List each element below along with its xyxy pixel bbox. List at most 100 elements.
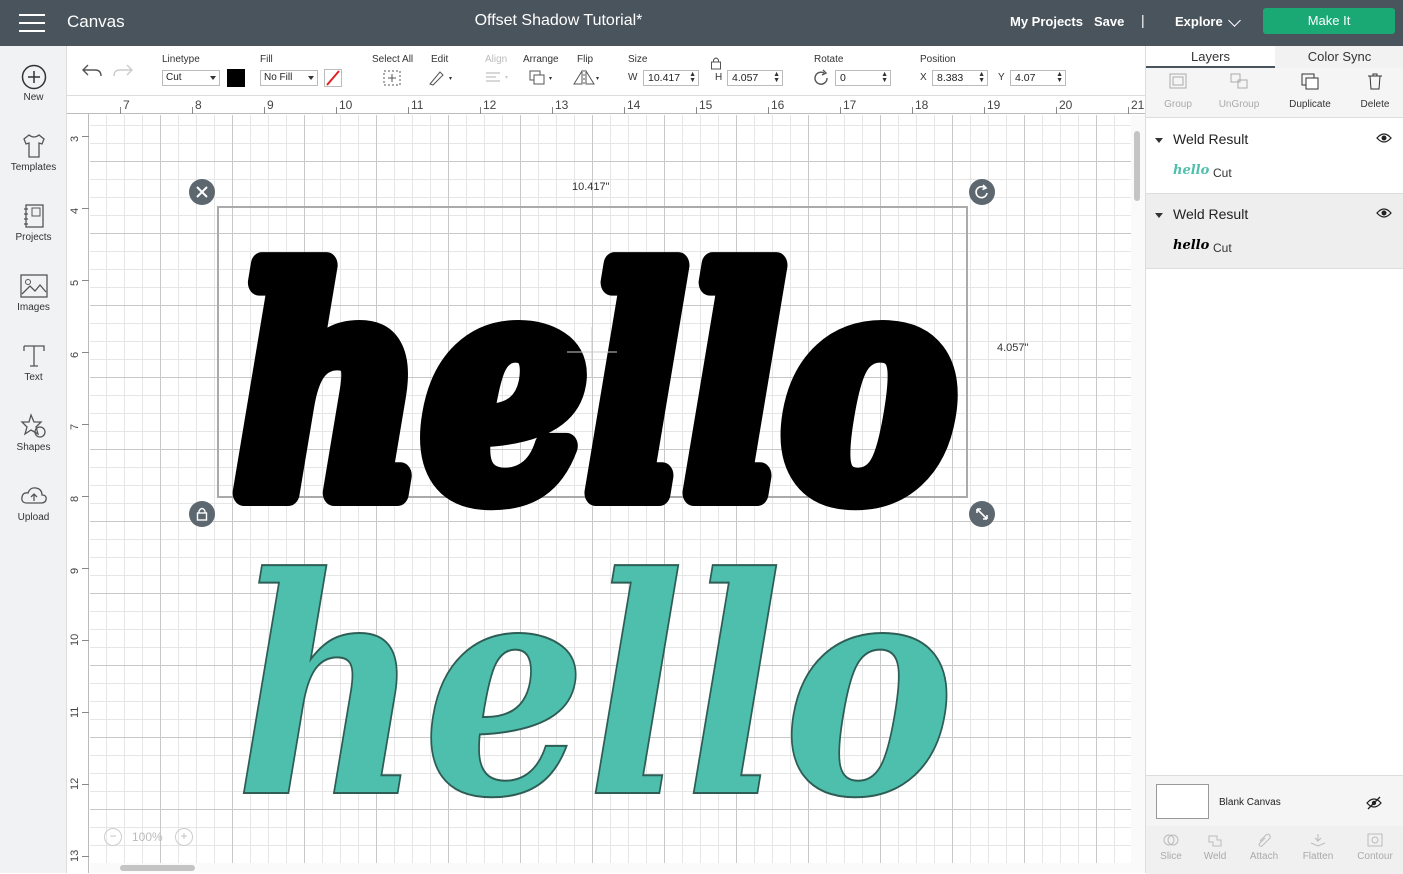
eye-icon[interactable] — [1376, 132, 1392, 144]
y-position-value: 4.07 — [1015, 72, 1036, 84]
ruler-tick-label: 13 — [555, 98, 569, 112]
eye-hidden-icon[interactable] — [1366, 796, 1382, 810]
flip-icon[interactable] — [572, 69, 602, 87]
zoom-out-button[interactable]: − — [104, 828, 122, 846]
blank-canvas-swatch[interactable] — [1156, 784, 1209, 819]
slice-label: Slice — [1160, 851, 1182, 862]
weld-button[interactable]: Weld — [1190, 832, 1240, 862]
caret-down-icon[interactable] — [1155, 212, 1163, 218]
group-icon — [1169, 73, 1187, 89]
tab-layers[interactable]: Layers — [1146, 46, 1275, 68]
caret-down-icon[interactable] — [1155, 137, 1163, 143]
explore-menu[interactable]: Explore — [1175, 14, 1223, 29]
layer-group-header[interactable]: Weld Result — [1155, 131, 1248, 147]
close-icon — [196, 186, 208, 198]
nav-upload[interactable]: Upload — [0, 482, 67, 542]
edit-icon[interactable] — [427, 69, 455, 87]
ruler-vertical: 3 4 5 6 7 8 9 10 11 12 13 — [67, 114, 89, 873]
layer-tools: Group UnGroup Duplicate Delete — [1146, 68, 1403, 118]
no-fill-swatch-icon[interactable] — [324, 69, 342, 87]
layer-linetype: Cut — [1213, 241, 1232, 255]
ruler-tick — [264, 107, 265, 114]
delete-button[interactable]: Delete — [1343, 72, 1403, 110]
flatten-button[interactable]: Flatten — [1293, 832, 1343, 862]
select-all-icon[interactable] — [382, 69, 402, 87]
arrange-icon[interactable] — [528, 69, 556, 87]
layer-group[interactable]: Weld Result hello Cut — [1146, 119, 1403, 194]
rotate-value: 0 — [840, 72, 846, 84]
horizontal-scroll-thumb[interactable] — [120, 865, 195, 871]
duplicate-button[interactable]: Duplicate — [1278, 72, 1342, 110]
ruler-tick — [82, 136, 89, 137]
ruler-tick — [408, 107, 409, 114]
nav-new[interactable]: New — [0, 64, 67, 124]
fill-select[interactable]: No Fill — [260, 70, 318, 86]
horizontal-scrollbar[interactable] — [90, 863, 1131, 873]
my-projects-link[interactable]: My Projects — [1010, 14, 1083, 29]
ungroup-button[interactable]: UnGroup — [1207, 72, 1271, 110]
ruler-tick-label: 4 — [69, 207, 81, 214]
nav-templates[interactable]: Templates — [0, 132, 67, 192]
delete-handle[interactable] — [189, 179, 215, 205]
nav-projects[interactable]: Projects — [0, 202, 67, 262]
slice-button[interactable]: Slice — [1146, 832, 1196, 862]
layer-group-header[interactable]: Weld Result — [1155, 206, 1248, 222]
width-input[interactable]: 10.417 ▲ ▼ — [643, 70, 699, 86]
x-position-input[interactable]: 8.383 ▲ ▼ — [932, 70, 988, 86]
group-button[interactable]: Group — [1146, 72, 1210, 110]
linetype-select[interactable]: Cut — [162, 70, 220, 86]
nav-upload-label: Upload — [17, 512, 50, 523]
ruler-tick-label: 16 — [771, 98, 785, 112]
rotate-input[interactable]: 0 ▲ ▼ — [835, 70, 891, 86]
undo-icon[interactable] — [81, 62, 103, 78]
attach-button[interactable]: Attach — [1239, 832, 1289, 862]
y-position-input[interactable]: 4.07 ▲ ▼ — [1010, 70, 1066, 86]
nav-images[interactable]: Images — [0, 272, 67, 332]
design-canvas[interactable]: hello hello 10.417" 4.057" — [90, 115, 1131, 863]
weld-label: Weld — [1203, 851, 1227, 862]
ruler-tick-label: 19 — [987, 98, 1001, 112]
make-it-button[interactable]: Make It — [1263, 8, 1395, 34]
ungroup-label: UnGroup — [1218, 99, 1260, 110]
projects-icon — [23, 204, 44, 228]
layer-linetype: Cut — [1213, 166, 1232, 180]
duplicate-icon — [1301, 73, 1319, 90]
lock-handle[interactable] — [189, 501, 215, 527]
tab-color-sync[interactable]: Color Sync — [1275, 46, 1403, 68]
height-dimension-label: 4.057" — [997, 342, 1029, 354]
height-input[interactable]: 4.057 ▲ ▼ — [727, 70, 783, 86]
ruler-tick — [984, 107, 985, 114]
zoom-in-button[interactable]: + — [175, 828, 193, 846]
upload-cloud-icon — [20, 487, 47, 504]
x-position-value: 8.383 — [937, 72, 964, 84]
ruler-tick — [82, 208, 89, 209]
ruler-tick-label: 7 — [123, 98, 130, 112]
nav-shapes[interactable]: Shapes — [0, 412, 67, 472]
nav-text[interactable]: Text — [0, 342, 67, 402]
layer-group[interactable]: Weld Result hello Cut — [1146, 194, 1403, 269]
canvas-settings-panel: Blank Canvas Slice Weld Attach Flatten C… — [1146, 775, 1403, 874]
vertical-scroll-thumb[interactable] — [1134, 131, 1140, 201]
hello-text[interactable]: hello — [234, 510, 956, 863]
document-title[interactable]: Offset Shadow Tutorial* — [0, 12, 1117, 30]
flatten-icon — [1310, 834, 1326, 847]
vertical-scrollbar[interactable] — [1131, 115, 1145, 873]
chevron-down-icon[interactable] — [1228, 14, 1241, 27]
linetype-color-swatch[interactable] — [227, 69, 245, 87]
redo-icon[interactable] — [112, 62, 134, 78]
rotate-handle[interactable] — [969, 179, 995, 205]
contour-label: Contour — [1357, 851, 1393, 862]
resize-handle[interactable] — [969, 501, 995, 527]
ruler-tick — [82, 568, 89, 569]
eye-icon[interactable] — [1376, 207, 1392, 219]
lock-icon[interactable] — [710, 56, 722, 70]
lock-icon — [196, 507, 208, 521]
contour-button[interactable]: Contour — [1350, 832, 1400, 862]
ruler-tick — [696, 107, 697, 114]
ruler-tick-label: 18 — [915, 98, 929, 112]
ruler-tick-label: 10 — [69, 633, 81, 646]
align-icon[interactable] — [484, 70, 512, 86]
save-button[interactable]: Save — [1094, 14, 1124, 29]
rotate-icon[interactable] — [813, 69, 831, 87]
arrange-label: Arrange — [523, 54, 559, 65]
